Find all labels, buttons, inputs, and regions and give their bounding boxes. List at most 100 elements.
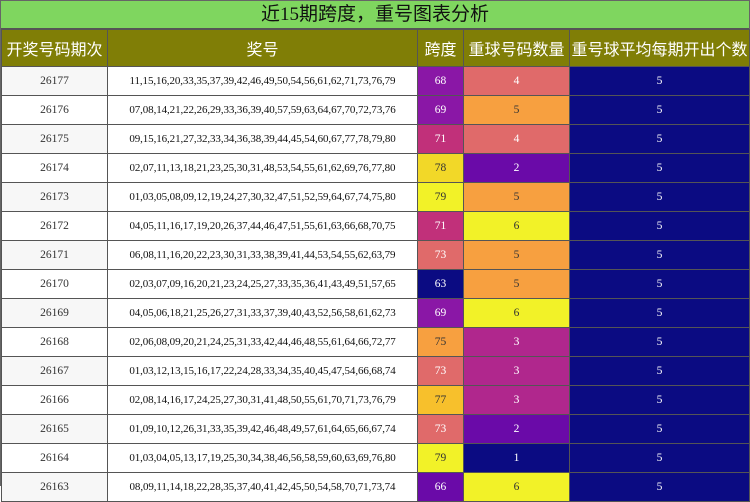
numbers-cell: 09,15,16,21,27,32,33,34,36,38,39,44,45,5… [107, 124, 418, 154]
period-cell: 26174 [1, 153, 108, 183]
span-cell: 71 [417, 211, 464, 241]
repeat-average-cell: 5 [569, 414, 750, 444]
table-row: 26170 02,03,07,09,16,20,21,23,24,25,27,33… [1, 269, 750, 299]
repeat-count-cell: 2 [463, 153, 570, 183]
numbers-cell: 01,03,12,13,15,16,17,22,24,28,33,34,35,4… [107, 356, 418, 386]
repeat-count-cell: 3 [463, 356, 570, 386]
numbers-cell: 11,15,16,20,33,35,37,39,42,46,49,50,54,5… [107, 66, 418, 96]
span-cell: 69 [417, 95, 464, 125]
span-cell: 73 [417, 356, 464, 386]
numbers-cell: 02,06,08,09,20,21,24,25,31,33,42,44,46,4… [107, 327, 418, 357]
chart-container: 近15期跨度，重号图表分析 开奖号码期次 奖号 跨度 重球号码数量 重号球平均每… [0, 0, 750, 502]
repeat-average-cell: 5 [569, 124, 750, 154]
numbers-cell: 01,03,05,08,09,12,19,24,27,30,32,47,51,5… [107, 182, 418, 212]
table-row: 26175 09,15,16,21,27,32,33,34,36,38,39,44… [1, 124, 750, 154]
period-cell: 26164 [1, 443, 108, 473]
repeat-count-cell: 5 [463, 182, 570, 212]
numbers-cell: 06,08,11,16,20,22,23,30,31,33,38,39,41,4… [107, 240, 418, 270]
span-cell: 73 [417, 240, 464, 270]
repeat-average-cell: 5 [569, 356, 750, 386]
header-repeat-average: 重号球平均每期开出个数 [569, 29, 750, 67]
repeat-average-cell: 5 [569, 240, 750, 270]
header-repeat-count: 重球号码数量 [463, 29, 570, 67]
table-row: 26164 01,03,04,05,13,17,19,25,30,34,38,46… [1, 443, 750, 473]
table-row: 26166 02,08,14,16,17,24,25,27,30,31,41,48… [1, 385, 750, 415]
span-cell: 75 [417, 327, 464, 357]
span-cell: 68 [417, 66, 464, 96]
repeat-count-cell: 3 [463, 327, 570, 357]
span-cell: 77 [417, 385, 464, 415]
analysis-table: 开奖号码期次 奖号 跨度 重球号码数量 重号球平均每期开出个数 26177 11,… [1, 29, 750, 502]
repeat-count-cell: 1 [463, 443, 570, 473]
span-cell: 79 [417, 182, 464, 212]
table-row: 26167 01,03,12,13,15,16,17,22,24,28,33,34… [1, 356, 750, 386]
span-cell: 73 [417, 414, 464, 444]
period-cell: 26168 [1, 327, 108, 357]
numbers-cell: 02,08,14,16,17,24,25,27,30,31,41,48,50,5… [107, 385, 418, 415]
repeat-count-cell: 3 [463, 385, 570, 415]
span-cell: 79 [417, 443, 464, 473]
table-row: 26172 04,05,11,16,17,19,20,26,37,44,46,47… [1, 211, 750, 241]
header-span: 跨度 [417, 29, 464, 67]
repeat-average-cell: 5 [569, 153, 750, 183]
period-cell: 26163 [1, 472, 108, 502]
span-cell: 71 [417, 124, 464, 154]
span-cell: 78 [417, 153, 464, 183]
repeat-count-cell: 5 [463, 95, 570, 125]
repeat-count-cell: 5 [463, 240, 570, 270]
header-period: 开奖号码期次 [1, 29, 108, 67]
period-cell: 26167 [1, 356, 108, 386]
table-body: 26177 11,15,16,20,33,35,37,39,42,46,49,50… [1, 66, 750, 502]
numbers-cell: 02,07,11,13,18,21,23,25,30,31,48,53,54,5… [107, 153, 418, 183]
header-row: 开奖号码期次 奖号 跨度 重球号码数量 重号球平均每期开出个数 [1, 29, 750, 67]
table-row: 26171 06,08,11,16,20,22,23,30,31,33,38,39… [1, 240, 750, 270]
numbers-cell: 01,03,04,05,13,17,19,25,30,34,38,46,56,5… [107, 443, 418, 473]
span-cell: 69 [417, 298, 464, 328]
page-title: 近15期跨度，重号图表分析 [1, 1, 749, 29]
period-cell: 26169 [1, 298, 108, 328]
period-cell: 26175 [1, 124, 108, 154]
repeat-count-cell: 4 [463, 66, 570, 96]
span-cell: 63 [417, 269, 464, 299]
period-cell: 26166 [1, 385, 108, 415]
repeat-average-cell: 5 [569, 269, 750, 299]
header-numbers: 奖号 [107, 29, 418, 67]
repeat-average-cell: 5 [569, 443, 750, 473]
period-cell: 26170 [1, 269, 108, 299]
period-cell: 26173 [1, 182, 108, 212]
table-row: 26177 11,15,16,20,33,35,37,39,42,46,49,50… [1, 66, 750, 96]
numbers-cell: 04,05,06,18,21,25,26,27,31,33,37,39,40,4… [107, 298, 418, 328]
table-row: 26174 02,07,11,13,18,21,23,25,30,31,48,53… [1, 153, 750, 183]
table-row: 26176 07,08,14,21,22,26,29,33,36,39,40,57… [1, 95, 750, 125]
repeat-count-cell: 5 [463, 269, 570, 299]
numbers-cell: 04,05,11,16,17,19,20,26,37,44,46,47,51,5… [107, 211, 418, 241]
repeat-count-cell: 4 [463, 124, 570, 154]
repeat-average-cell: 5 [569, 385, 750, 415]
period-cell: 26176 [1, 95, 108, 125]
period-cell: 26171 [1, 240, 108, 270]
numbers-cell: 07,08,14,21,22,26,29,33,36,39,40,57,59,6… [107, 95, 418, 125]
repeat-average-cell: 5 [569, 66, 750, 96]
repeat-count-cell: 6 [463, 211, 570, 241]
table-row: 26169 04,05,06,18,21,25,26,27,31,33,37,39… [1, 298, 750, 328]
period-cell: 26172 [1, 211, 108, 241]
repeat-count-cell: 6 [463, 472, 570, 502]
period-cell: 26177 [1, 66, 108, 96]
numbers-cell: 08,09,11,14,18,22,28,35,37,40,41,42,45,5… [107, 472, 418, 502]
repeat-average-cell: 5 [569, 327, 750, 357]
table-row: 26163 08,09,11,14,18,22,28,35,37,40,41,42… [1, 472, 750, 502]
repeat-average-cell: 5 [569, 211, 750, 241]
table-row: 26173 01,03,05,08,09,12,19,24,27,30,32,47… [1, 182, 750, 212]
table-row: 26168 02,06,08,09,20,21,24,25,31,33,42,44… [1, 327, 750, 357]
numbers-cell: 01,09,10,12,26,31,33,35,39,42,46,48,49,5… [107, 414, 418, 444]
repeat-count-cell: 2 [463, 414, 570, 444]
repeat-average-cell: 5 [569, 182, 750, 212]
numbers-cell: 02,03,07,09,16,20,21,23,24,25,27,33,35,3… [107, 269, 418, 299]
period-cell: 26165 [1, 414, 108, 444]
span-cell: 66 [417, 472, 464, 502]
repeat-count-cell: 6 [463, 298, 570, 328]
repeat-average-cell: 5 [569, 298, 750, 328]
repeat-average-cell: 5 [569, 472, 750, 502]
table-row: 26165 01,09,10,12,26,31,33,35,39,42,46,48… [1, 414, 750, 444]
repeat-average-cell: 5 [569, 95, 750, 125]
